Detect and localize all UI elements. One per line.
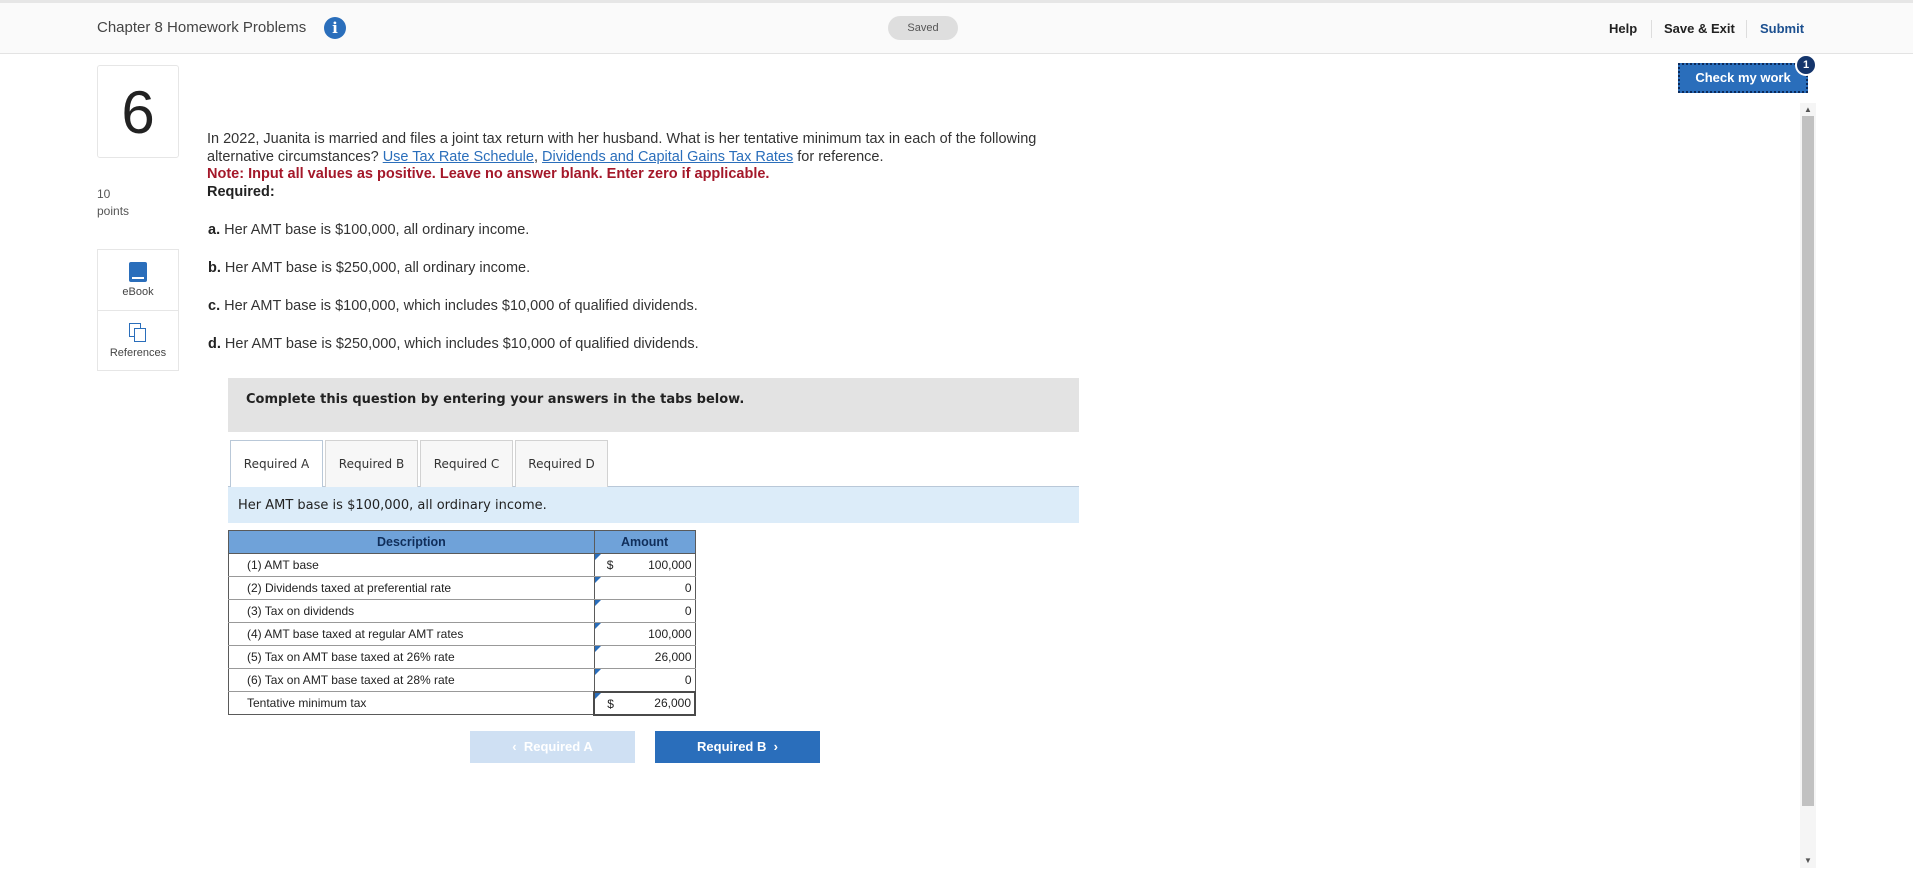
tab-panel-header: Her AMT base is $100,000, all ordinary i… (228, 487, 1079, 523)
previous-tab-button[interactable]: ‹ Required A (470, 731, 635, 763)
table-row: (3) Tax on dividends 0 (228, 599, 696, 623)
tax-rate-schedule-link[interactable]: Use Tax Rate Schedule (383, 149, 534, 165)
instructions-text: Complete this question by entering your … (246, 392, 745, 407)
tab-required-d[interactable]: Required D (515, 440, 608, 487)
tab-required-b[interactable]: Required B (325, 440, 418, 487)
amount-input[interactable]: 0 (593, 599, 696, 623)
check-my-work-button[interactable]: Check my work (1678, 63, 1808, 93)
next-tab-button[interactable]: Required B › (655, 731, 820, 763)
table-row: (4) AMT base taxed at regular AMT rates … (228, 622, 696, 646)
row-description: (4) AMT base taxed at regular AMT rates (228, 622, 595, 646)
total-amount-input[interactable]: $26,000 (593, 690, 696, 716)
chevron-left-icon: ‹ (512, 739, 517, 754)
references-label: References (109, 347, 167, 359)
row-description: (3) Tax on dividends (228, 599, 595, 623)
amount-input[interactable]: 0 (593, 668, 696, 692)
column-header-description: Description (228, 530, 595, 554)
header-divider (1746, 20, 1747, 38)
part-c: c. Her AMT base is $100,000, which inclu… (208, 298, 698, 314)
scroll-down-icon[interactable]: ▼ (1800, 855, 1816, 867)
table-row: (2) Dividends taxed at preferential rate… (228, 576, 696, 600)
submit-link[interactable]: Submit (1760, 21, 1804, 36)
points-label: points (97, 204, 130, 218)
references-button[interactable]: References (98, 311, 178, 371)
ebook-button[interactable]: eBook (98, 250, 178, 310)
assignment-title: Chapter 8 Homework Problems (97, 19, 307, 36)
row-description: (1) AMT base (228, 553, 595, 577)
scroll-up-icon[interactable]: ▲ (1800, 104, 1816, 116)
points-value: 10 (97, 187, 111, 201)
row-description: Tentative minimum tax (228, 691, 595, 715)
table-row: (1) AMT base $100,000 (228, 553, 696, 577)
required-heading: Required: (207, 184, 275, 200)
part-b: b. Her AMT base is $250,000, all ordinar… (208, 260, 531, 276)
question-points: 10 points (97, 186, 129, 220)
save-exit-link[interactable]: Save & Exit (1664, 21, 1735, 36)
amount-input[interactable]: 100,000 (593, 622, 696, 646)
attempts-badge: 1 (1795, 54, 1817, 76)
question-tools: eBook References (97, 249, 179, 371)
question-number: 6 (97, 65, 179, 158)
dividends-capital-gains-link[interactable]: Dividends and Capital Gains Tax Rates (542, 149, 793, 165)
column-header-amount: Amount (593, 530, 696, 554)
amount-input[interactable]: 26,000 (593, 645, 696, 669)
saved-status-badge: Saved (888, 16, 958, 40)
part-d: d. Her AMT base is $250,000, which inclu… (208, 336, 699, 352)
instructions-box: Complete this question by entering your … (228, 378, 1079, 432)
table-row: (6) Tax on AMT base taxed at 28% rate 0 (228, 668, 696, 692)
header-divider (1651, 20, 1652, 38)
amount-input[interactable]: 0 (593, 576, 696, 600)
row-description: (2) Dividends taxed at preferential rate (228, 576, 595, 600)
tab-panel-text: Her AMT base is $100,000, all ordinary i… (238, 498, 547, 513)
scrollbar-thumb[interactable] (1802, 116, 1814, 806)
chevron-right-icon: › (773, 739, 778, 754)
assignment-header: Chapter 8 Homework Problems i Saved Help… (0, 3, 1913, 54)
book-icon (129, 262, 147, 282)
table-row: (5) Tax on AMT base taxed at 26% rate 26… (228, 645, 696, 669)
question-prompt: In 2022, Juanita is married and files a … (207, 131, 1037, 165)
ebook-label: eBook (122, 286, 154, 298)
help-link[interactable]: Help (1609, 21, 1637, 36)
amt-table: Description Amount (1) AMT base $100,000… (228, 530, 696, 716)
answer-note: Note: Input all values as positive. Leav… (207, 166, 770, 182)
tab-required-c[interactable]: Required C (420, 440, 513, 487)
info-icon[interactable]: i (324, 17, 346, 39)
tab-required-a[interactable]: Required A (230, 440, 323, 488)
row-description: (6) Tax on AMT base taxed at 28% rate (228, 668, 595, 692)
references-icon (129, 323, 149, 343)
amount-input[interactable]: $100,000 (593, 553, 696, 577)
table-row-total: Tentative minimum tax $26,000 (228, 690, 696, 716)
row-description: (5) Tax on AMT base taxed at 26% rate (228, 645, 595, 669)
part-a: a. Her AMT base is $100,000, all ordinar… (208, 222, 530, 238)
